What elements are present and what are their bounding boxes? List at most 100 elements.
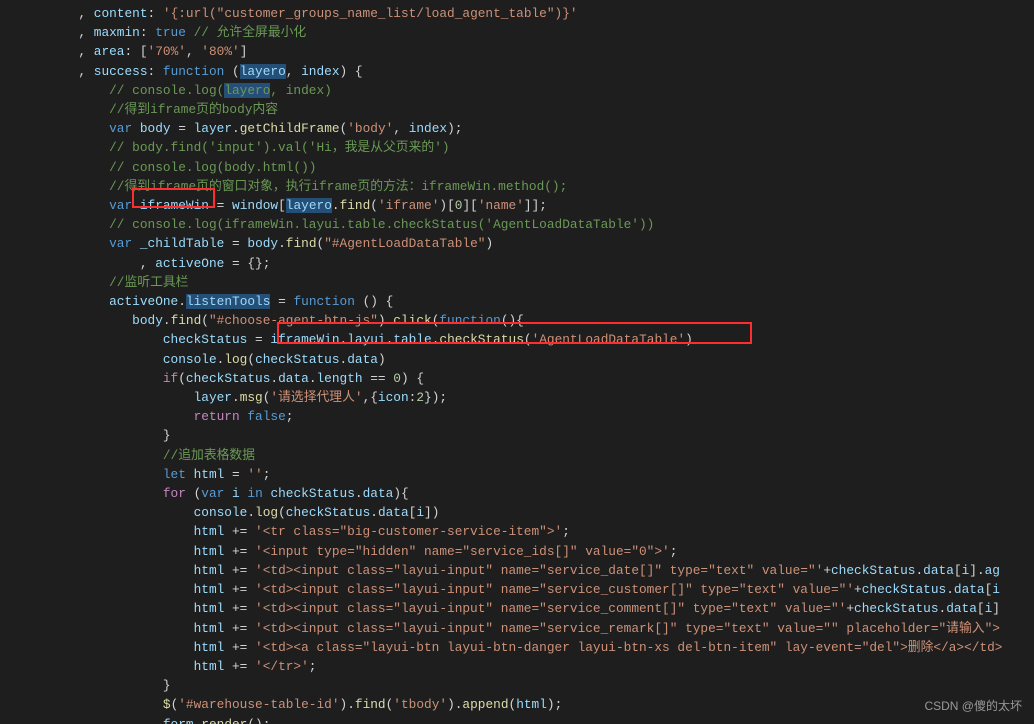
code-token: html bbox=[194, 467, 225, 482]
code-token: ]]; bbox=[524, 198, 547, 213]
code-line[interactable]: var _childTable = body.find("#AgentLoadD… bbox=[0, 234, 1034, 253]
code-line[interactable]: html += '<td><input class="layui-input" … bbox=[0, 599, 1034, 618]
code-token: data bbox=[946, 601, 977, 616]
code-line[interactable]: $('#warehouse-table-id').find('tbody').a… bbox=[0, 695, 1034, 714]
code-token: 'name' bbox=[478, 198, 524, 213]
code-token bbox=[40, 294, 109, 309]
code-line[interactable]: , maxmin: true // 允许全屏最小化 bbox=[0, 23, 1034, 42]
code-line[interactable]: html += '<td><input class="layui-input" … bbox=[0, 619, 1034, 638]
code-token: data bbox=[954, 582, 985, 597]
code-line[interactable]: //得到iframe页的body内容 bbox=[0, 100, 1034, 119]
code-token: ( bbox=[178, 371, 186, 386]
code-line[interactable]: html += '<td><input class="layui-input" … bbox=[0, 561, 1034, 580]
code-token: getChildFrame bbox=[240, 121, 340, 136]
code-line[interactable]: } bbox=[0, 676, 1034, 695]
code-line[interactable]: //监听工具栏 bbox=[0, 273, 1034, 292]
code-token: ( bbox=[186, 486, 201, 501]
code-token: , bbox=[40, 25, 94, 40]
code-token bbox=[40, 390, 194, 405]
code-token: checkStatus bbox=[286, 505, 370, 520]
code-token: '70%' bbox=[148, 44, 186, 59]
code-token: html bbox=[194, 640, 225, 655]
code-token: ]. bbox=[969, 563, 984, 578]
code-line[interactable]: return false; bbox=[0, 407, 1034, 426]
code-token bbox=[40, 198, 109, 213]
code-token: for bbox=[163, 486, 186, 501]
code-token: // console.log( bbox=[40, 83, 224, 98]
code-line[interactable]: activeOne.listenTools = function () { bbox=[0, 292, 1034, 311]
code-token: += bbox=[224, 601, 255, 616]
code-token: . bbox=[370, 505, 378, 520]
code-token: . bbox=[232, 121, 240, 136]
code-token: . bbox=[247, 505, 255, 520]
code-token: + bbox=[823, 563, 831, 578]
code-token: checkStatus bbox=[270, 486, 354, 501]
code-token: data bbox=[347, 352, 378, 367]
code-token: layer bbox=[194, 121, 232, 136]
code-token: in bbox=[247, 486, 262, 501]
code-line[interactable]: let html = ''; bbox=[0, 465, 1034, 484]
code-editor[interactable]: , content: '{:url("customer_groups_name_… bbox=[0, 0, 1034, 724]
code-token: ( bbox=[201, 313, 209, 328]
code-line[interactable]: // console.log(body.html()) bbox=[0, 158, 1034, 177]
code-token: $ bbox=[163, 697, 171, 712]
code-line[interactable]: , success: function (layero, index) { bbox=[0, 62, 1034, 81]
code-line[interactable]: form.render(); bbox=[0, 715, 1034, 724]
code-token: : [ bbox=[124, 44, 147, 59]
code-line[interactable]: // console.log(layero, index) bbox=[0, 81, 1034, 100]
code-line[interactable]: html += '</tr>'; bbox=[0, 657, 1034, 676]
code-token: render bbox=[201, 717, 247, 724]
code-token: i bbox=[992, 582, 1000, 597]
code-token: ] bbox=[240, 44, 248, 59]
code-token bbox=[40, 409, 194, 424]
code-line[interactable]: for (var i in checkStatus.data){ bbox=[0, 484, 1034, 503]
code-token: // body.find('input').val('Hi，我是从父页来的') bbox=[40, 140, 450, 155]
code-token: var bbox=[109, 198, 132, 213]
code-line[interactable]: html += '<tr class="big-customer-service… bbox=[0, 522, 1034, 541]
code-token: '<input type="hidden" name="service_ids[… bbox=[255, 544, 670, 559]
code-token: (); bbox=[247, 717, 270, 724]
code-token: html bbox=[194, 524, 225, 539]
code-token: ); bbox=[547, 697, 562, 712]
code-line[interactable]: html += '<td><input class="layui-input" … bbox=[0, 580, 1034, 599]
code-token: body bbox=[132, 313, 163, 328]
code-content: , content: '{:url("customer_groups_name_… bbox=[0, 4, 1034, 724]
code-token: . bbox=[232, 390, 240, 405]
code-token bbox=[132, 121, 140, 136]
code-line[interactable]: html += '<td><a class="layui-btn layui-b… bbox=[0, 638, 1034, 657]
code-token: . bbox=[355, 486, 363, 501]
code-line[interactable]: , content: '{:url("customer_groups_name_… bbox=[0, 4, 1034, 23]
code-line[interactable]: } bbox=[0, 426, 1034, 445]
code-token: find bbox=[340, 198, 371, 213]
code-line[interactable]: //追加表格数据 bbox=[0, 446, 1034, 465]
code-line[interactable]: layer.msg('请选择代理人',{icon:2}); bbox=[0, 388, 1034, 407]
code-line[interactable]: console.log(checkStatus.data[i]) bbox=[0, 503, 1034, 522]
code-line[interactable]: console.log(checkStatus.data) bbox=[0, 350, 1034, 369]
code-token: log bbox=[224, 352, 247, 367]
code-line[interactable]: html += '<input type="hidden" name="serv… bbox=[0, 542, 1034, 561]
code-token: var bbox=[109, 236, 132, 251]
code-line[interactable]: // body.find('input').val('Hi，我是从父页来的') bbox=[0, 138, 1034, 157]
code-token bbox=[40, 659, 194, 674]
code-token: function bbox=[163, 64, 224, 79]
code-token: success bbox=[94, 64, 148, 79]
code-line[interactable]: , area: ['70%', '80%'] bbox=[0, 42, 1034, 61]
code-token: = bbox=[270, 294, 293, 309]
code-token: ) bbox=[485, 236, 493, 251]
code-token: html bbox=[194, 544, 225, 559]
code-line[interactable]: var body = layer.getChildFrame('body', i… bbox=[0, 119, 1034, 138]
code-token: += bbox=[224, 640, 255, 655]
code-token: _childTable bbox=[140, 236, 224, 251]
code-line[interactable]: , activeOne = {}; bbox=[0, 254, 1034, 273]
code-token: html bbox=[194, 659, 225, 674]
code-token bbox=[40, 544, 194, 559]
code-line[interactable]: // console.log(iframeWin.layui.table.che… bbox=[0, 215, 1034, 234]
code-token: '#warehouse-table-id' bbox=[178, 697, 339, 712]
code-token: '<tr class="big-customer-service-item">' bbox=[255, 524, 562, 539]
code-token: ; bbox=[670, 544, 678, 559]
code-token: ( bbox=[278, 505, 286, 520]
highlight-box-checkstatus bbox=[277, 322, 752, 344]
code-token: ; bbox=[286, 409, 294, 424]
code-token: data bbox=[923, 563, 954, 578]
code-line[interactable]: if(checkStatus.data.length == 0) { bbox=[0, 369, 1034, 388]
